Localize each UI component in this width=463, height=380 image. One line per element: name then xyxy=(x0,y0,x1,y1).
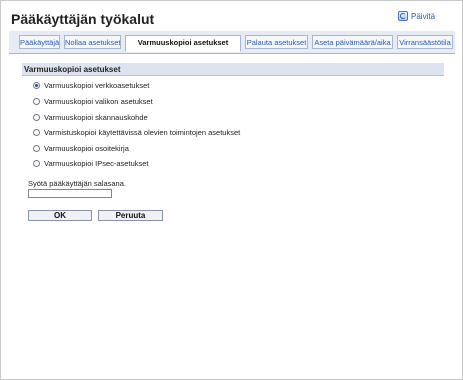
option-label: Varmuuskopioi valikon asetukset xyxy=(44,96,153,106)
radio-icon[interactable] xyxy=(33,144,40,152)
section-header: Varmuuskopioi asetukset xyxy=(22,63,444,76)
tab-nollaa-asetukset[interactable]: Nollaa asetukset xyxy=(64,35,121,49)
refresh-button[interactable]: Päivitä xyxy=(398,11,435,21)
tab-varmuuskopioi-asetukset[interactable]: Varmuuskopioi asetukset xyxy=(125,35,241,52)
option-label: Varmuuskopioi skannauskohde xyxy=(44,112,148,122)
cancel-button[interactable]: Peruuta xyxy=(98,210,163,221)
refresh-label: Päivitä xyxy=(411,11,436,21)
option-varmuuskopioi-valikon-asetukset[interactable]: Varmuuskopioi valikon asetukset xyxy=(33,96,153,106)
tab-paakayttaja[interactable]: Pääkäyttäjä xyxy=(19,35,60,49)
option-varmuuskopioi-ipsec[interactable]: Varmuuskopioi IPsec-asetukset xyxy=(33,158,149,168)
option-varmuuskopioi-osoitekirja[interactable]: Varmuuskopioi osoitekirja xyxy=(33,143,129,153)
option-label: Varmistuskopioi käytettävissä olevien to… xyxy=(44,127,241,137)
radio-icon[interactable] xyxy=(33,97,40,105)
main-frame: Pääkäyttäjän työkalut Päivitä Pääkäyttäj… xyxy=(0,0,463,380)
page-title: Pääkäyttäjän työkalut xyxy=(11,11,155,27)
radio-icon[interactable] xyxy=(33,128,40,136)
option-label: Varmuuskopioi osoitekirja xyxy=(44,143,129,153)
tab-virransaastotila[interactable]: Virransäästötila xyxy=(397,35,453,49)
option-toimintojen-asetukset[interactable]: Varmistuskopioi käytettävissä olevien to… xyxy=(33,127,240,137)
password-label: Syötä pääkäyttäjän salasana. xyxy=(28,179,126,188)
refresh-icon xyxy=(398,11,408,21)
option-varmuuskopioi-skannauskohde[interactable]: Varmuuskopioi skannauskohde xyxy=(33,112,148,122)
tab-palauta-asetukset[interactable]: Palauta asetukset xyxy=(245,35,308,49)
radio-icon[interactable] xyxy=(33,159,40,167)
option-label: Varmuuskopioi verkkoasetukset xyxy=(44,80,150,90)
ok-button[interactable]: OK xyxy=(28,210,92,221)
radio-icon[interactable] xyxy=(33,113,40,121)
tab-bar: Pääkäyttäjä Nollaa asetukset Varmuuskopi… xyxy=(9,31,455,54)
option-label: Varmuuskopioi IPsec-asetukset xyxy=(44,158,149,168)
radio-checked-icon[interactable] xyxy=(33,81,40,89)
option-varmuuskopioi-verkkoasetukset[interactable]: Varmuuskopioi verkkoasetukset xyxy=(33,80,149,90)
tab-aseta-paivamaara-aika[interactable]: Aseta päivämäärä/aika xyxy=(312,35,393,49)
password-field[interactable] xyxy=(28,189,112,198)
